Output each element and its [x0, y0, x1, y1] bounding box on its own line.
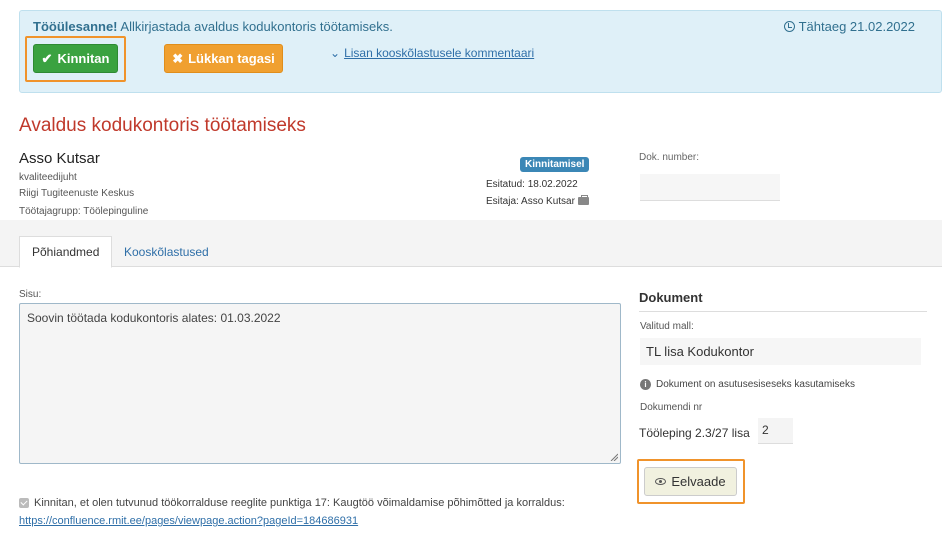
confirmation-row: Kinnitan, et olen tutvunud töökorralduse…	[19, 497, 565, 509]
reject-button[interactable]: ✖ Lükkan tagasi	[164, 44, 283, 73]
tab-kooskolastused[interactable]: Kooskõlastused	[112, 236, 221, 267]
confirmation-checkbox[interactable]	[19, 498, 29, 508]
info-icon: i	[640, 379, 651, 390]
resize-grip-icon[interactable]	[610, 453, 618, 461]
add-comment-link[interactable]: ⌄ Lisan kooskõlastusele kommentaari	[330, 46, 534, 60]
content-label: Sisu:	[19, 289, 42, 300]
submitter: Esitaja: Asso Kutsar	[486, 195, 589, 207]
submitted-date: Esitatud: 18.02.2022	[486, 179, 578, 190]
confirmation-text: Kinnitan, et olen tutvunud töökorralduse…	[34, 497, 565, 509]
chevron-down-icon: ⌄	[330, 46, 341, 60]
close-icon: ✖	[172, 50, 184, 66]
content-textarea[interactable]: Soovin töötada kodukontoris alates: 01.0…	[19, 303, 621, 464]
approve-button[interactable]: ✔ Kinnitan	[33, 44, 118, 73]
document-title: Avaldus kodukontoris töötamiseks	[19, 115, 306, 136]
docnr-prefix: Tööleping 2.3/27 lisa	[639, 426, 750, 440]
task-description: Allkirjastada avaldus kodukontoris tööta…	[120, 19, 393, 34]
status-badge: Kinnitamisel	[520, 157, 590, 172]
preview-button[interactable]: Eelvaade	[644, 467, 737, 496]
deadline-text: Tähtaeg 21.02.2022	[798, 19, 915, 34]
reject-label: Lükkan tagasi	[188, 51, 275, 66]
info-text: Dokument on asutusesiseseks kasutamiseks	[656, 379, 855, 390]
add-comment-label: Lisan kooskõlastusele kommentaari	[344, 46, 535, 60]
confirmation-link[interactable]: https://confluence.rmit.ee/pages/viewpag…	[19, 515, 358, 527]
template-field[interactable]: TL lisa Kodukontor	[640, 338, 921, 365]
docnr-input[interactable]: 2	[758, 418, 793, 444]
preview-label: Eelvaade	[671, 474, 726, 489]
submitter-text: Esitaja: Asso Kutsar	[486, 196, 575, 207]
task-label: Tööülesanne!	[33, 19, 118, 34]
deadline: Tähtaeg 21.02.2022	[783, 19, 915, 34]
template-label: Valitud mall:	[640, 321, 694, 332]
checkmark-icon: ✔	[41, 50, 53, 66]
person-group: Töötajagrupp: Töölepinguline	[19, 206, 149, 217]
person-organization: Riigi Tugiteenuste Keskus	[19, 188, 135, 199]
clock-icon	[783, 21, 795, 32]
doc-number-field	[640, 174, 780, 201]
tab-pohiandmed[interactable]: Põhiandmed	[19, 236, 113, 268]
doc-number-label: Dok. number:	[639, 152, 700, 163]
approve-label: Kinnitan	[57, 51, 110, 66]
person-name: Asso Kutsar	[19, 150, 100, 167]
content-text: Soovin töötada kodukontoris alates: 01.0…	[27, 311, 281, 325]
eye-icon	[655, 478, 667, 485]
briefcase-icon	[577, 195, 589, 205]
document-section-title: Dokument	[639, 290, 703, 305]
person-position: kvaliteedijuht	[19, 172, 77, 183]
divider	[639, 311, 927, 312]
docnr-label: Dokumendi nr	[640, 402, 703, 413]
task-text: Tööülesanne! Allkirjastada avaldus koduk…	[33, 19, 393, 34]
info-line: i Dokument on asutusesiseseks kasutamise…	[640, 379, 855, 390]
